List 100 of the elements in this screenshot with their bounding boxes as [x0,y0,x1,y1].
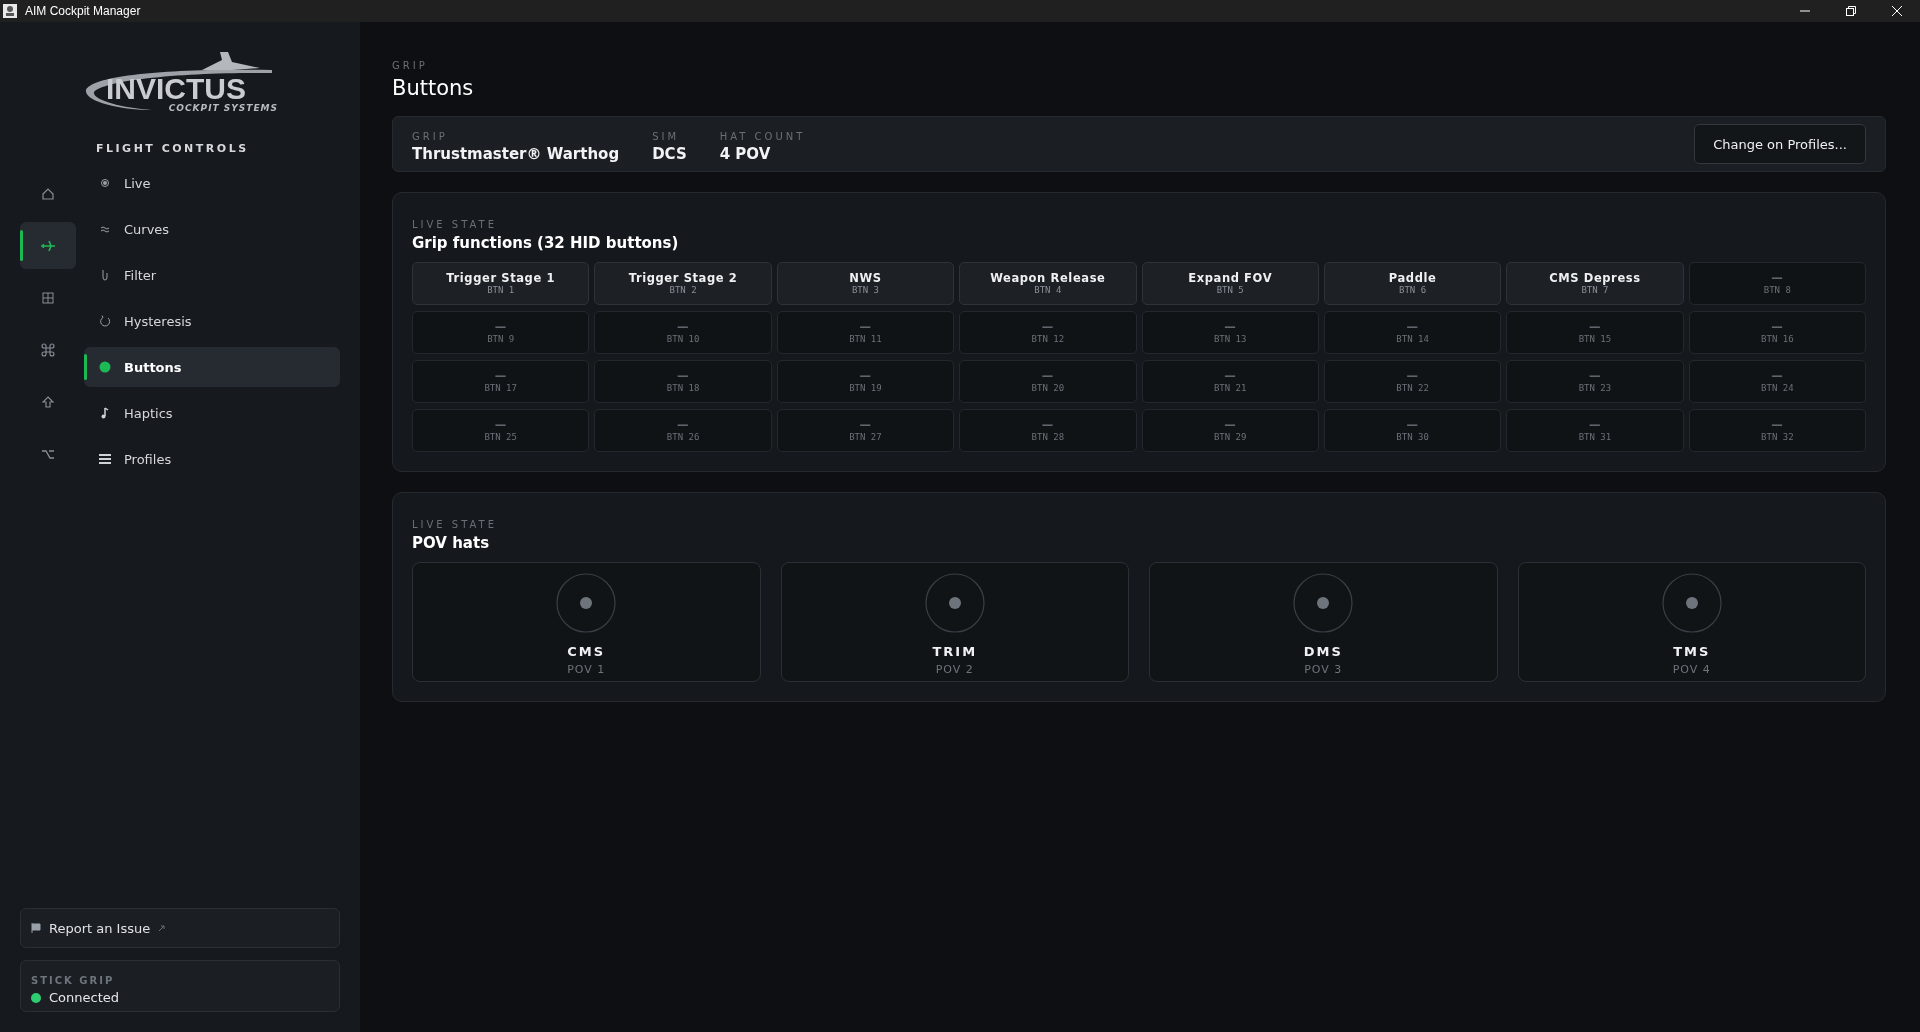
button-number: BTN 1 [487,285,515,296]
command-icon [40,341,56,358]
button-function: Weapon Release [990,271,1106,285]
hat-dial-icon [1293,573,1354,633]
refresh-icon [98,314,112,328]
button-number: BTN 14 [1396,334,1429,345]
rail-item[interactable] [20,222,76,269]
nav-item[interactable]: Filter [84,255,340,295]
button-number: BTN 13 [1213,334,1247,345]
hat-name: TRIM [932,644,978,659]
grid-icon [40,289,56,306]
button-function: — [1771,369,1784,383]
button-number: BTN 5 [1216,285,1244,296]
button-function: Trigger Stage 1 [446,271,556,285]
button-number: BTN 30 [1396,432,1429,443]
button-function: — [1406,418,1419,432]
button-function: — [677,320,690,334]
button-function: — [859,418,872,432]
button-function: CMS Depress [1549,271,1641,285]
radio-icon [98,176,112,190]
panel-eyebrow: LIVE STATE [412,519,498,530]
button-function: — [1406,320,1419,334]
menu-icon [98,452,112,466]
button-number: BTN 26 [666,432,700,443]
button-number: BTN 10 [666,334,700,345]
close-icon[interactable] [1892,6,1902,16]
button-number: BTN 8 [1763,285,1791,296]
button-number: BTN 27 [849,432,882,443]
app-icon [3,4,17,18]
external-link-icon [158,924,166,932]
button-number: BTN 3 [851,285,879,296]
button-number: BTN 16 [1761,334,1794,345]
button-function: — [1771,418,1784,432]
page-title: Buttons [392,76,475,100]
button-number: BTN 2 [669,285,697,296]
button-number: BTN 7 [1581,285,1609,296]
hat-number: POV 2 [935,663,974,676]
button-number: BTN 4 [1034,285,1062,296]
button-number: BTN 17 [484,383,517,394]
section-heading: FLIGHT CONTROLS [95,142,250,155]
button-number: BTN 25 [484,432,517,443]
button-number: BTN 19 [849,383,882,394]
panel-title: Grip functions (32 HID buttons) [412,234,680,252]
nav-item[interactable]: Hysteresis [84,301,340,341]
hat-dial-icon [1661,573,1722,633]
button-function: — [1771,320,1784,334]
nav-item[interactable]: Buttons [84,347,340,387]
hat-number: POV 4 [1672,663,1711,676]
button-function: — [1588,320,1601,334]
change-profiles-button[interactable]: Change on Profiles... [1694,124,1866,164]
nav-item[interactable]: Haptics [84,393,340,433]
logo-tagline: COCKPIT SYSTEMS [168,104,278,113]
panel-title: POV hats [412,534,491,552]
button-function: Paddle [1388,271,1437,285]
button-number: BTN 29 [1213,432,1247,443]
button-function: — [494,418,507,432]
button-number: BTN 20 [1031,383,1065,394]
field-label: SIM [652,131,680,142]
panel-eyebrow: LIVE STATE [412,219,498,230]
status-label: STICK GRIP [31,975,115,986]
button-number: BTN 11 [849,334,882,345]
field-value: DCS [652,145,687,163]
button-function: — [1224,418,1237,432]
nav-item[interactable]: Curves [84,209,340,249]
button-function: — [1771,271,1784,285]
field-value: Thrustmaster® Warthog [412,145,620,163]
button-function: — [494,320,507,334]
field-value: 4 POV [719,145,772,163]
hat-name: DMS [1303,644,1343,659]
dot-icon [98,360,112,374]
restore-icon[interactable] [1846,6,1856,16]
button-number: BTN 6 [1399,285,1427,296]
button-function: — [1041,418,1054,432]
field-label: HAT COUNT [719,131,806,142]
button-number: BTN 31 [1578,432,1612,443]
hat-number: POV 1 [567,663,606,676]
button-number: BTN 12 [1031,334,1065,345]
button-function: — [1406,369,1419,383]
button-function: — [494,369,507,383]
button-number: BTN 32 [1761,432,1794,443]
page-eyebrow: GRIP [392,60,428,71]
logo-wordmark: INVICTUS [106,74,246,104]
hat-dial-icon [556,573,617,633]
nav-item[interactable]: Profiles [84,439,340,479]
button-number: BTN 15 [1578,334,1612,345]
button-number: BTN 18 [666,383,700,394]
button-function: Expand FOV [1188,271,1273,285]
button-function: — [677,418,690,432]
button-number: BTN 24 [1761,383,1794,394]
nav-item[interactable]: Live [84,163,340,203]
button-number: BTN 28 [1031,432,1065,443]
button-function: — [1041,369,1054,383]
button-function: Trigger Stage 2 [628,271,738,285]
window-title: AIM Cockpit Manager [25,4,141,18]
status-text: Connected [49,990,119,1005]
report-issue-button[interactable]: Report an Issue [20,908,340,948]
button-function: — [677,369,690,383]
button-function: — [1588,418,1601,432]
button-function: — [859,320,872,334]
button-function: — [1588,369,1601,383]
